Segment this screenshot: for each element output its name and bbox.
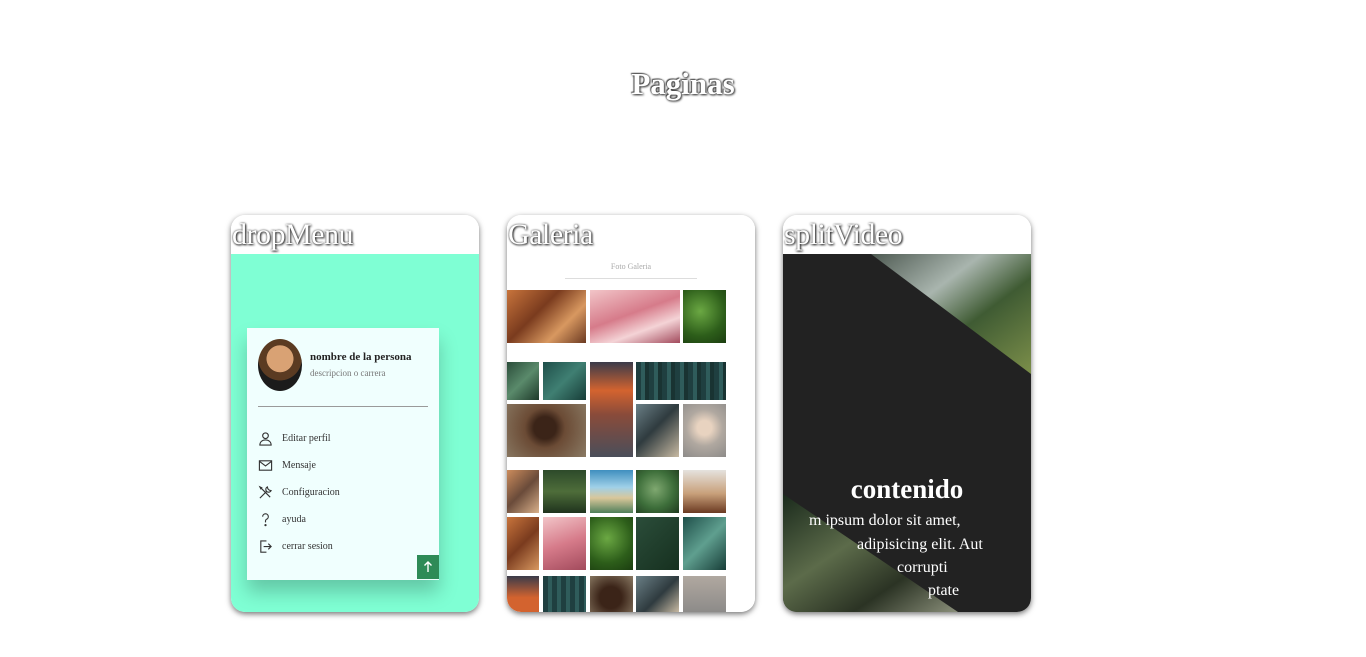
- divider: [565, 278, 697, 279]
- menu-item-label: Editar perfil: [282, 432, 331, 444]
- card-header: splitVideo: [783, 215, 1031, 254]
- user-icon: [259, 431, 272, 446]
- tools-icon: [258, 485, 272, 499]
- card-title[interactable]: splitVideo: [784, 218, 903, 252]
- card-preview-galeria[interactable]: Foto Galeria: [507, 254, 755, 612]
- gallery-photo: [636, 517, 679, 570]
- menu-item-edit-profile: Editar perfil: [258, 429, 331, 447]
- gallery-photo: [683, 290, 726, 343]
- menu-item-label: cerrar sesion: [282, 540, 333, 552]
- gallery-photo: [507, 576, 539, 612]
- card-header: dropMenu: [231, 215, 479, 254]
- content-text-line: m ipsum dolor sit amet,: [809, 512, 961, 529]
- gallery-photo: [683, 576, 726, 612]
- menu-item-label: Configuracion: [282, 486, 340, 498]
- page-title: Paginas: [631, 66, 735, 101]
- gallery-photo: [543, 576, 586, 612]
- menu-item-help: ayuda: [258, 510, 306, 528]
- menu-item-settings: Configuracion: [258, 483, 340, 501]
- gallery-photo: [636, 362, 726, 400]
- content-text-line: ptate: [928, 582, 960, 599]
- gallery-photo: [683, 404, 726, 457]
- avatar: [258, 339, 302, 391]
- profile-name: nombre de la persona: [310, 351, 412, 363]
- divider: [258, 406, 428, 407]
- content-text-line: corrupti: [897, 559, 948, 576]
- project-card-splitvideo[interactable]: splitVideo contenido m ipsum dolor sit a…: [783, 215, 1031, 612]
- gallery-photo: [590, 576, 633, 612]
- gallery-photo: [590, 517, 633, 570]
- project-card-galeria[interactable]: Galeria Foto Galeria: [507, 215, 755, 612]
- menu-item-message: Mensaje: [258, 456, 316, 474]
- logout-icon: [260, 539, 272, 553]
- profile-description: descripcion o carrera: [310, 368, 386, 378]
- card-title[interactable]: dropMenu: [232, 218, 353, 252]
- gallery-photo: [507, 404, 586, 457]
- menu-item-label: Mensaje: [282, 459, 316, 471]
- arrow-up-icon: [424, 561, 432, 572]
- card-header: Galeria: [507, 215, 755, 254]
- scroll-top-button: [417, 555, 439, 579]
- gallery-photo: [543, 362, 586, 400]
- gallery-photo: [636, 576, 679, 612]
- content-heading: contenido: [850, 474, 964, 504]
- gallery-photo: [590, 362, 633, 457]
- card-preview-splitvideo[interactable]: contenido m ipsum dolor sit amet, adipis…: [783, 254, 1031, 612]
- gallery-heading: Foto Galeria: [610, 262, 652, 271]
- gallery-photo: [507, 517, 539, 570]
- card-preview-dropmenu[interactable]: nombre de la persona descripcion o carre…: [231, 254, 479, 612]
- gallery-photo: [543, 470, 586, 513]
- menu-item-label: ayuda: [282, 513, 306, 525]
- gallery-photo: [507, 470, 539, 513]
- gallery-photo: [683, 470, 726, 513]
- gallery-photo: [543, 517, 586, 570]
- gallery-photo: [590, 290, 680, 343]
- card-title[interactable]: Galeria: [508, 218, 593, 252]
- menu-item-logout: cerrar sesion: [258, 537, 333, 555]
- gallery-photo: [636, 470, 679, 513]
- gallery-photo: [636, 404, 679, 457]
- profile-dropdown-panel: nombre de la persona descripcion o carre…: [247, 328, 439, 580]
- gallery-photo: [590, 470, 633, 513]
- content-text-line: adipisicing elit. Aut: [857, 536, 983, 553]
- gallery-photo: [683, 517, 726, 570]
- project-card-dropmenu[interactable]: dropMenu nombre de la persona descripcio…: [231, 215, 479, 612]
- gallery-photo: [507, 362, 539, 400]
- gallery-photo: [507, 290, 586, 343]
- question-icon: [262, 512, 269, 526]
- mail-icon: [258, 459, 273, 471]
